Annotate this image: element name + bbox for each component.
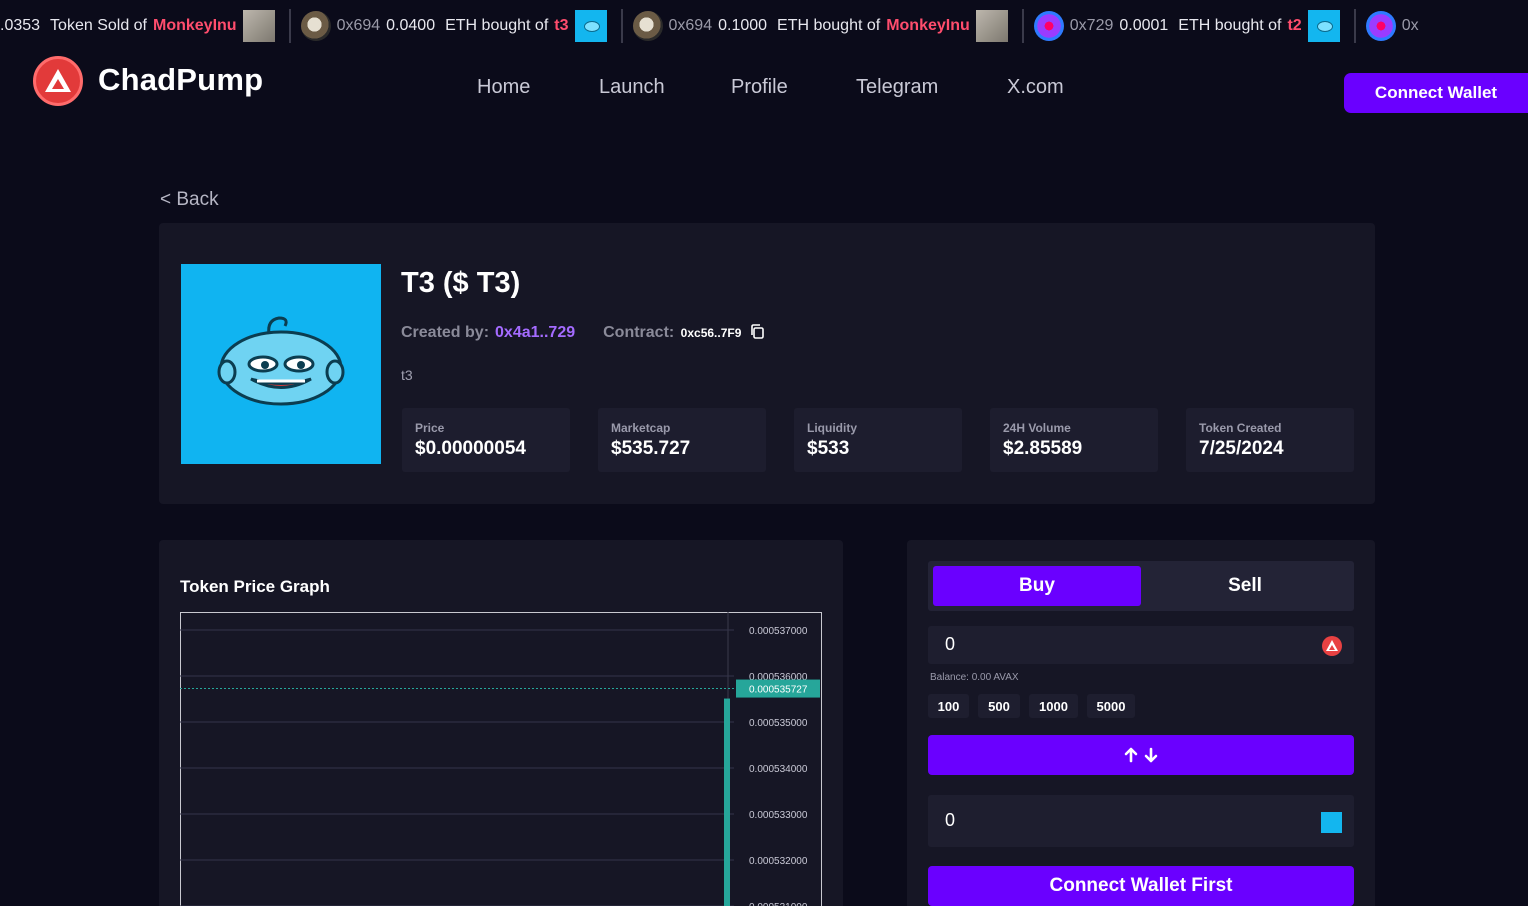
t2-thumb-icon — [1307, 10, 1340, 42]
ticker-amount: .0353 — [0, 17, 41, 34]
token-image — [181, 264, 381, 464]
token-mascot-icon — [217, 316, 345, 406]
ticker-token: MonkeyInu — [886, 17, 970, 34]
brand-name[interactable]: ChadPump — [98, 62, 263, 98]
contract-address: 0xc56..7F9 — [680, 326, 742, 340]
t3-thumb-icon — [574, 10, 607, 42]
trade-tabs: Buy Sell — [928, 561, 1354, 611]
copy-icon[interactable] — [750, 324, 764, 339]
swap-arrows-icon — [1124, 747, 1158, 763]
ticker-action: ETH bought of — [777, 17, 881, 34]
ticker-item[interactable]: 0x — [1356, 9, 1433, 43]
stat-volume: 24H Volume $2.85589 — [990, 408, 1158, 472]
y-tick-label: 0.000533000 — [749, 810, 808, 821]
stat-value: $533 — [807, 438, 850, 459]
y-tick-label: 0.000531000 — [749, 902, 808, 906]
pay-amount-input[interactable]: 0 — [928, 626, 1354, 664]
token-info-card: T3 ($ T3) Created by: 0x4a1..729 Contract:… — [159, 223, 1375, 504]
receive-amount-value: 0 — [945, 810, 956, 830]
nav-launch[interactable]: Launch — [599, 76, 665, 99]
ticker-item[interactable]: .0353 Token Sold of MonkeyInu — [0, 9, 291, 43]
ticker-item[interactable]: 0x729 0.0001 ETH bought of t2 — [1024, 9, 1356, 43]
y-tick-label: 0.000532000 — [749, 856, 808, 867]
back-link[interactable]: < Back — [160, 189, 219, 211]
ticker-token: t2 — [1287, 17, 1302, 34]
price-chart[interactable]: 0.0005370000.0005360000.0005350000.00053… — [180, 612, 824, 906]
receive-amount-input[interactable]: 0 — [928, 795, 1354, 847]
y-tick-label: 0.000534000 — [749, 764, 808, 775]
creator-address-link[interactable]: 0x4a1..729 — [495, 324, 575, 341]
ticker-address: 0x729 — [1069, 17, 1114, 34]
ticker-item[interactable]: 0x694 0.1000 ETH bought of MonkeyInu — [623, 9, 1024, 43]
ticker-amount: 0.0001 — [1119, 17, 1169, 34]
eagle-avatar-icon — [632, 11, 663, 41]
ticker-amount: 0.0400 — [386, 17, 436, 34]
quick-amount-5000[interactable]: 5000 — [1087, 694, 1135, 718]
token-description: t3 — [401, 367, 413, 383]
tab-buy[interactable]: Buy — [933, 566, 1141, 606]
orb-avatar-icon — [1365, 11, 1396, 41]
ticker-action: Token Sold of — [50, 17, 147, 34]
connect-wallet-first-button[interactable]: Connect Wallet First — [928, 866, 1354, 906]
pay-amount-value: 0 — [945, 634, 956, 654]
quick-amount-100[interactable]: 100 — [928, 694, 969, 718]
monkey-thumb-icon — [242, 10, 275, 42]
ticker-token: t3 — [554, 17, 569, 34]
nav-home[interactable]: Home — [477, 76, 530, 99]
trade-panel: Buy Sell 0 Balance: 0.00 AVAX 100 500 10… — [907, 540, 1375, 906]
connect-wallet-button[interactable]: Connect Wallet — [1344, 73, 1528, 113]
price-chart-card: Token Price Graph 0.000537000 0.000536000… — [159, 540, 843, 906]
stat-value: 7/25/2024 — [1199, 438, 1284, 459]
stat-marketcap: Marketcap $535.727 — [598, 408, 766, 472]
ticker-address: 0x — [1401, 17, 1419, 34]
ticker-action: ETH bought of — [445, 17, 549, 34]
stat-created: Token Created 7/25/2024 — [1186, 408, 1354, 472]
stat-liquidity: Liquidity $533 — [794, 408, 962, 472]
price-bar — [724, 698, 730, 906]
ticker-amount: 0.1000 — [718, 17, 768, 34]
stat-value: $2.85589 — [1003, 438, 1083, 459]
stat-label: Price — [415, 421, 445, 435]
quick-amount-1000[interactable]: 1000 — [1029, 694, 1078, 718]
monkey-thumb-icon — [975, 10, 1008, 42]
t3-token-icon — [1321, 812, 1342, 833]
contract-label: Contract: — [603, 324, 675, 341]
eagle-avatar-icon — [300, 11, 331, 41]
nav-x[interactable]: X.com — [1007, 76, 1064, 99]
stat-label: Liquidity — [807, 421, 857, 435]
stat-value: $535.727 — [611, 438, 691, 459]
stat-label: 24H Volume — [1003, 421, 1071, 435]
created-by-label: Created by: — [401, 324, 490, 341]
avax-icon — [1322, 636, 1342, 656]
stat-price: Price $0.00000054 — [402, 408, 570, 472]
trade-ticker: .0353 Token Sold of MonkeyInu 0x694 0.04… — [0, 0, 1528, 52]
quick-amount-500[interactable]: 500 — [978, 694, 1020, 718]
y-tick-label: 0.000537000 — [749, 626, 808, 637]
ticker-token: MonkeyInu — [153, 17, 237, 34]
token-title: T3 ($ T3) — [401, 267, 521, 299]
ticker-action: ETH bought of — [1178, 17, 1282, 34]
orb-avatar-icon — [1033, 11, 1064, 41]
ticker-address: 0x694 — [336, 17, 381, 34]
stat-label: Marketcap — [611, 421, 671, 435]
ticker-item[interactable]: 0x694 0.0400 ETH bought of t3 — [291, 9, 623, 43]
brand-logo-icon[interactable] — [33, 56, 83, 106]
ticker-track: .0353 Token Sold of MonkeyInu 0x694 0.04… — [0, 9, 1433, 43]
nav-telegram[interactable]: Telegram — [856, 76, 938, 99]
balance-text: Balance: 0.00 AVAX — [930, 672, 1019, 683]
stat-value: $0.00000054 — [415, 438, 526, 459]
y-tick-label: 0.000535000 — [749, 718, 808, 729]
tab-sell[interactable]: Sell — [1141, 566, 1349, 606]
ticker-address: 0x694 — [668, 17, 713, 34]
nav-profile[interactable]: Profile — [731, 76, 788, 99]
swap-direction-button[interactable] — [928, 735, 1354, 775]
last-price-label: 0.000535727 — [749, 685, 808, 696]
stat-label: Token Created — [1199, 421, 1282, 435]
chart-title: Token Price Graph — [180, 577, 330, 596]
token-meta-row: Created by: 0x4a1..729 Contract: 0xc56..7F… — [401, 324, 764, 342]
